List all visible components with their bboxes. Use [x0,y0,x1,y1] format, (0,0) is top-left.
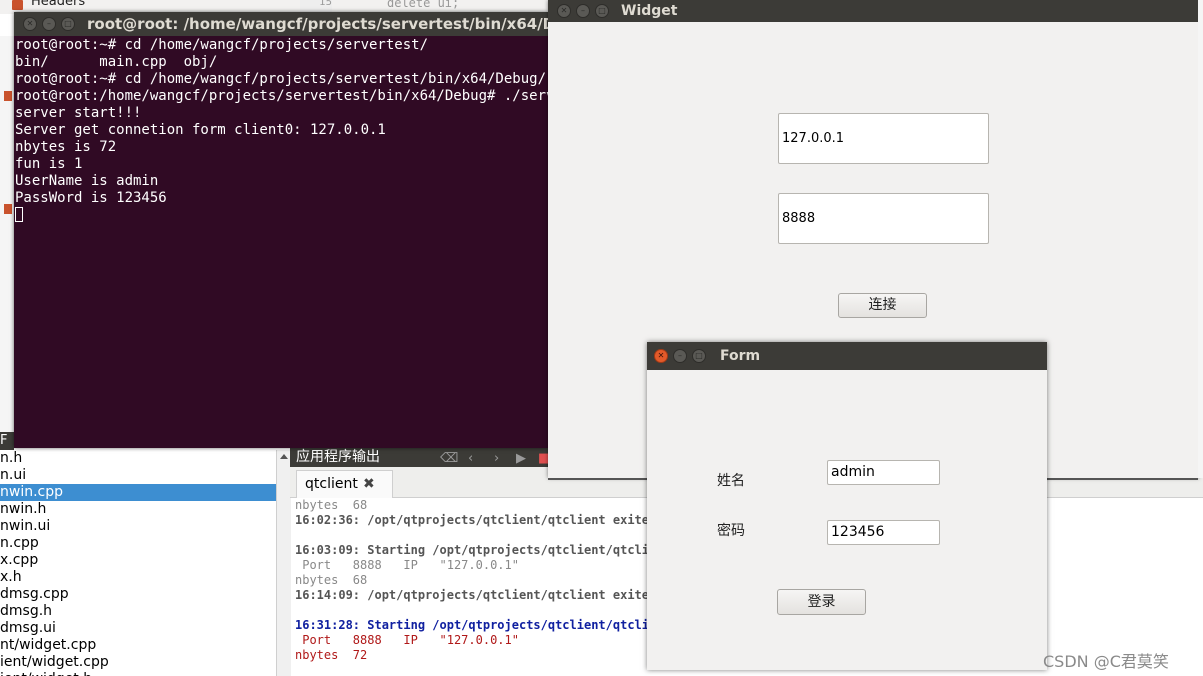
open-documents-title: F文 [0,432,14,450]
tab-label: qtclient [305,476,358,492]
folder-icon [12,0,23,10]
maximize-icon[interactable]: □ [61,17,75,31]
file-icon [4,204,12,214]
file-list-item[interactable]: dmsg.cpp [0,586,276,603]
tab-qtclient[interactable]: qtclient ✖ [296,470,393,499]
close-icon[interactable]: ✕ [23,17,37,31]
open-documents-list: n.h n.ui nwin.cpp nwin.h nwin.ui n.cpp x.cpp x.… [0,450,276,676]
terminal-line: root@root:~# cd /home/wangcf/projects/se… [15,37,429,53]
terminal-line: nbytes is 72 [15,139,117,155]
maximize-icon[interactable]: □ [692,349,706,363]
username-input[interactable]: admin [827,460,940,485]
scroll-up-icon[interactable] [280,454,288,459]
terminal-output[interactable]: root@root:~# cd /home/wangcf/projects/se… [15,37,548,448]
background-window-edge [1198,0,1203,478]
terminal-line: server start!!! [15,105,142,121]
file-list-item[interactable]: nwin.ui [0,518,276,535]
file-list-item[interactable]: nwin.h [0,501,276,518]
file-icon [4,91,12,101]
widget-titlebar[interactable]: ✕ – □ Widget [548,0,1198,22]
file-list-item[interactable]: n.h [0,450,276,467]
close-tab-icon[interactable]: ✖ [363,471,375,497]
ip-address-input[interactable]: 127.0.0.1 [778,113,989,164]
file-list-item[interactable]: x.cpp [0,552,276,569]
file-list-item[interactable]: n.cpp [0,535,276,552]
widget-title: Widget [621,3,678,19]
connect-button[interactable]: 连接 [838,293,927,318]
password-input[interactable]: 123456 [827,520,940,545]
file-list-item[interactable]: x.h [0,569,276,586]
terminal-line: fun is 1 [15,156,83,172]
file-list-item[interactable]: ient/widget.h [0,671,276,676]
next-icon[interactable]: › [494,449,499,469]
name-label: 姓名 [717,473,745,489]
close-icon[interactable]: ✕ [557,4,571,18]
file-list-item[interactable]: nwin.cpp [0,484,276,501]
previous-icon[interactable]: ‹ [468,449,473,469]
form-titlebar[interactable]: ✕ – □ Form [647,342,1047,370]
form-title: Form [720,348,761,364]
minimize-icon[interactable]: – [673,349,687,363]
file-list-item[interactable]: ient/widget.cpp [0,654,276,671]
project-tree-edge [0,36,14,436]
terminal-titlebar[interactable]: ✕ – □ root@root: /home/wangcf/projects/s… [14,12,548,36]
minimize-icon[interactable]: – [576,4,590,18]
terminal-line: Server get connetion form client0: 127.0… [15,122,386,138]
file-list-scrollbar[interactable] [276,450,291,676]
terminal-line: PassWord is 123456 [15,190,167,206]
close-icon[interactable]: ✕ [654,349,668,363]
password-label: 密码 [717,523,745,539]
clear-output-icon[interactable]: ⌫ [440,449,458,469]
terminal-title: root@root: /home/wangcf/projects/servert… [87,15,548,33]
terminal-line: root@root:/home/wangcf/projects/serverte… [15,88,548,104]
maximize-icon[interactable]: □ [595,4,609,18]
terminal-prompt-line [15,207,548,224]
output-panel-title: 应用程序输出 [296,449,380,465]
form-window: ✕ – □ Form 姓名 admin 密码 123456 登录 [647,342,1047,670]
watermark: CSDN @C君莫笑 [1043,652,1169,671]
file-list-item[interactable]: nt/widget.cpp [0,637,276,654]
terminal-cursor [15,207,23,222]
headers-label: Headers [31,0,86,9]
terminal-line: bin/ main.cpp obj/ [15,54,218,70]
file-list-item[interactable]: n.ui [0,467,276,484]
terminal-window[interactable]: ✕ – □ root@root: /home/wangcf/projects/s… [14,12,548,448]
terminal-line: root@root:~# cd /home/wangcf/projects/se… [15,71,547,87]
run-icon[interactable]: ▶ [516,449,526,469]
minimize-icon[interactable]: – [42,17,56,31]
terminal-line: UserName is admin [15,173,159,189]
output-panel-header: 应用程序输出 ⌫ ‹ › ▶ ■ [290,447,550,469]
file-list-item[interactable]: dmsg.ui [0,620,276,637]
port-input[interactable]: 8888 [778,193,989,244]
login-button[interactable]: 登录 [777,589,866,615]
file-list-item[interactable]: dmsg.h [0,603,276,620]
